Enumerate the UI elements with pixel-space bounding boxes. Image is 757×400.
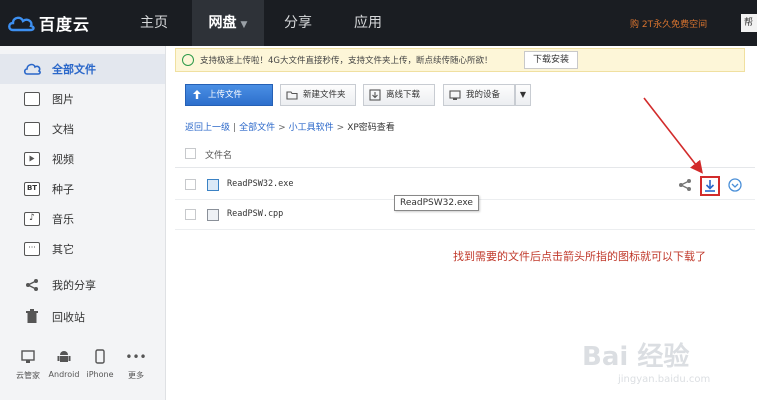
select-all-checkbox[interactable]: [185, 148, 196, 159]
sidebar-item-label: 全部文件: [52, 63, 96, 76]
sidebar-item-torrents[interactable]: BT 种子: [0, 174, 165, 204]
info-circle-icon: [182, 54, 194, 66]
sidebar: 全部文件 图片 文档 视频 BT 种子 ♪ 音乐 ··· 其它 我的分享 回收站…: [0, 46, 166, 400]
device-cloud-manager[interactable]: 云管家: [10, 346, 46, 381]
nav-apps[interactable]: 应用: [338, 0, 398, 46]
annotation-arrow-icon: [643, 97, 703, 174]
sidebar-item-label: 音乐: [52, 213, 74, 226]
column-title-filename: 文件名: [205, 151, 233, 161]
video-icon: [24, 152, 40, 166]
sidebar-item-label: 回收站: [52, 311, 85, 324]
device-iphone[interactable]: iPhone: [82, 346, 118, 381]
nav-netdisk[interactable]: 网盘 ▼: [192, 0, 264, 46]
file-name[interactable]: ReadPSW32.exe: [227, 179, 294, 189]
devices-dropdown-toggle[interactable]: ▼: [515, 84, 531, 106]
breadcrumb-all-files-link[interactable]: 全部文件: [239, 123, 275, 133]
cpp-file-icon: [207, 209, 219, 221]
cloud-logo-icon: [8, 16, 35, 32]
sidebar-item-recycle-bin[interactable]: 回收站: [0, 302, 165, 332]
torrent-icon: BT: [24, 182, 40, 196]
exe-file-icon: [207, 179, 219, 191]
document-icon: [24, 122, 40, 136]
cloud-icon: [23, 63, 41, 75]
help-button[interactable]: 帮: [741, 14, 757, 32]
music-icon: ♪: [24, 212, 40, 226]
sidebar-item-all-files[interactable]: 全部文件: [0, 54, 165, 84]
filename-tooltip: ReadPSW32.exe: [394, 195, 479, 211]
device-label: Android: [48, 370, 80, 379]
trash-icon: [26, 309, 38, 323]
top-navigation-bar: 百度云 主页 网盘 ▼ 分享 应用 购 2T永久免费空间 帮: [0, 0, 757, 46]
offline-download-icon: [369, 89, 381, 101]
breadcrumb-arrow: >: [278, 123, 286, 133]
download-install-button[interactable]: 下载安装: [524, 51, 579, 69]
watermark-text: Bai 经验: [582, 342, 690, 372]
offline-download-button[interactable]: 离线下载: [363, 84, 435, 106]
file-name[interactable]: ReadPSW.cpp: [227, 209, 283, 219]
nav-home[interactable]: 主页: [124, 0, 184, 46]
image-icon: [24, 92, 40, 106]
sidebar-item-other[interactable]: ··· 其它: [0, 234, 165, 264]
breadcrumb-current: XP密码查看: [347, 123, 395, 133]
row-checkbox[interactable]: [185, 179, 196, 190]
my-devices-button[interactable]: 我的设备: [443, 84, 515, 106]
android-icon: [46, 346, 82, 364]
offline-download-label: 离线下载: [386, 90, 421, 100]
sidebar-item-my-shares[interactable]: 我的分享: [0, 270, 165, 300]
nav-share[interactable]: 分享: [268, 0, 328, 46]
instruction-annotation: 找到需要的文件后点击箭头所指的图标就可以下载了: [453, 250, 706, 263]
sidebar-item-label: 种子: [52, 183, 74, 196]
new-folder-label: 新建文件夹: [303, 90, 346, 100]
breadcrumb-back-link[interactable]: 返回上一级: [185, 123, 230, 133]
iphone-icon: [82, 346, 118, 364]
sidebar-item-label: 视频: [52, 153, 74, 166]
promo-link[interactable]: 购 2T永久免费空间: [630, 17, 707, 30]
other-icon: ···: [24, 242, 40, 256]
baidu-cloud-logo[interactable]: 百度云: [6, 10, 90, 36]
folder-icon: [286, 91, 298, 100]
new-folder-button[interactable]: 新建文件夹: [280, 84, 356, 106]
watermark-url: jingyan.baidu.com: [618, 374, 711, 385]
my-devices-label: 我的设备: [466, 90, 501, 100]
row-checkbox[interactable]: [185, 209, 196, 220]
notice-bar: 支持极速上传啦！4G大文件直接秒传，支持文件夹上传，断点续传随心所欲！ 下载安装: [175, 48, 745, 72]
upload-file-button[interactable]: 上传文件: [185, 84, 273, 106]
breadcrumb-separator: |: [233, 123, 237, 133]
sidebar-item-label: 我的分享: [52, 279, 96, 292]
chevron-down-icon: ▼: [240, 20, 248, 30]
desktop-icon: [10, 346, 46, 364]
sidebar-item-documents[interactable]: 文档: [0, 114, 165, 144]
upload-arrow-icon: [193, 90, 201, 99]
sidebar-item-music[interactable]: ♪ 音乐: [0, 204, 165, 234]
device-icon: [449, 90, 461, 100]
logo-text: 百度云: [39, 15, 91, 34]
breadcrumb-arrow: >: [336, 123, 345, 133]
notice-text: 支持极速上传啦！4G大文件直接秒传，支持文件夹上传，断点续传随心所欲！: [200, 56, 493, 66]
device-label: 更多: [128, 371, 144, 380]
nav-netdisk-label: 网盘: [208, 15, 237, 31]
breadcrumb-folder-link[interactable]: 小工具软件: [289, 123, 334, 133]
device-more[interactable]: ••• 更多: [118, 346, 154, 381]
sidebar-item-label: 其它: [52, 243, 74, 256]
device-links: 云管家 Android iPhone ••• 更多: [10, 346, 154, 381]
sidebar-item-videos[interactable]: 视频: [0, 144, 165, 174]
device-label: 云管家: [16, 371, 40, 380]
device-android[interactable]: Android: [46, 346, 82, 381]
baidu-jingyan-watermark: Bai 经验 jingyan.baidu.com: [580, 330, 730, 390]
more-icon: •••: [125, 350, 147, 364]
device-label: iPhone: [86, 370, 114, 379]
upload-file-label: 上传文件: [208, 90, 243, 100]
sidebar-item-label: 文档: [52, 123, 74, 136]
share-icon: [26, 279, 38, 291]
sidebar-item-label: 图片: [52, 93, 74, 106]
sidebar-item-images[interactable]: 图片: [0, 84, 165, 114]
breadcrumb: 返回上一级 | 全部文件 > 小工具软件 > XP密码查看: [185, 120, 395, 133]
